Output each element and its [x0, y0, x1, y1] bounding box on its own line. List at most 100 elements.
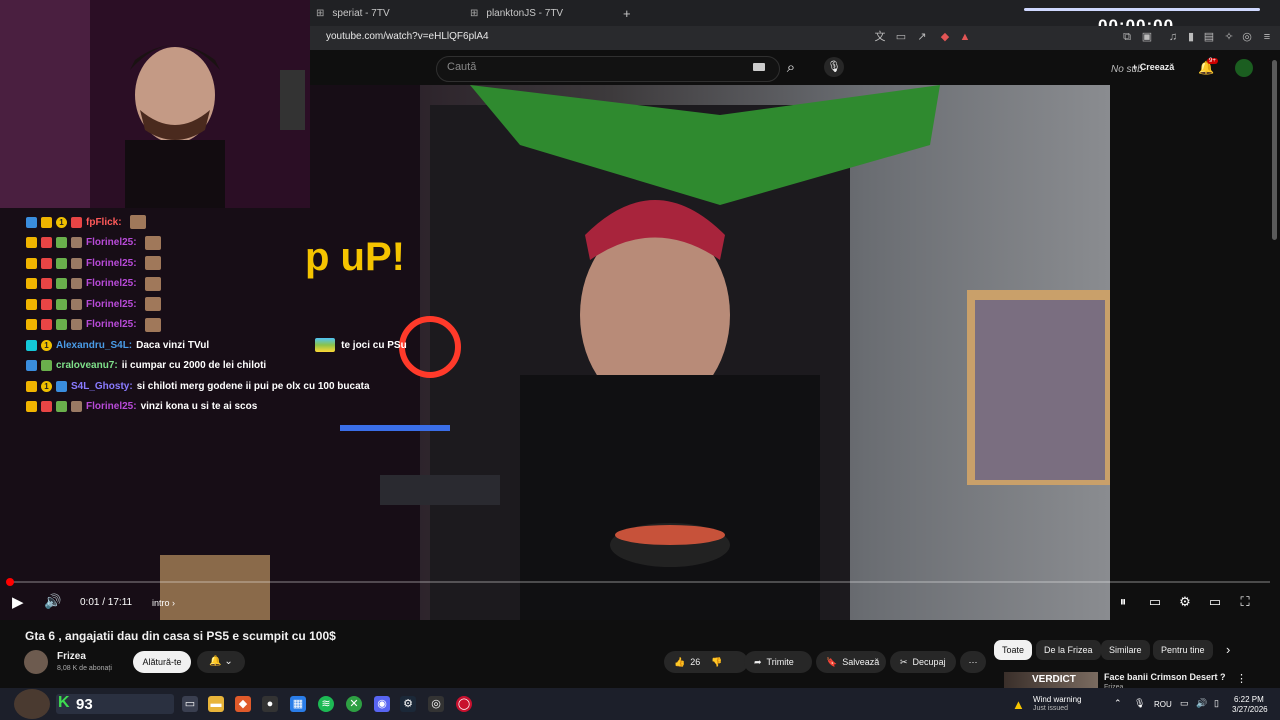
- more-actions-button[interactable]: ⋯: [960, 651, 986, 673]
- fullscreen-icon[interactable]: ⛶: [1236, 593, 1254, 611]
- clock-time[interactable]: 6:22 PM: [1234, 695, 1264, 704]
- new-tab-button[interactable]: +: [623, 3, 631, 23]
- channel-name[interactable]: Frizea: [57, 651, 86, 662]
- chat-username[interactable]: Florinel25:: [86, 258, 137, 269]
- xbox-icon[interactable]: ✕: [346, 696, 362, 712]
- warning-icon: ▲: [1012, 697, 1025, 712]
- extensions-icon[interactable]: ⧉: [1120, 30, 1134, 44]
- cast-icon[interactable]: ▭: [894, 30, 908, 44]
- account-avatar[interactable]: [1235, 59, 1253, 77]
- chat-username[interactable]: Florinel25:: [86, 237, 137, 248]
- like-count: 26: [690, 657, 701, 667]
- level-badge-icon: 1: [56, 216, 67, 228]
- like-button[interactable]: 👍 26 👎: [664, 651, 748, 673]
- brave-browser-icon[interactable]: ◆: [235, 696, 251, 712]
- webcam-overlay: [0, 0, 310, 208]
- create-button[interactable]: + Creează: [1132, 62, 1174, 72]
- vpn-icon[interactable]: ◎: [1240, 30, 1254, 44]
- leo-icon[interactable]: ✧: [1222, 30, 1236, 44]
- chip-for-you[interactable]: Pentru tine: [1153, 640, 1213, 660]
- autoplay-toggle-icon[interactable]: ⏸: [1114, 593, 1132, 611]
- microphone-icon[interactable]: 🎙: [824, 57, 844, 77]
- music-icon[interactable]: ♫: [1166, 30, 1180, 44]
- chip-all[interactable]: Toate: [994, 640, 1033, 660]
- brave-rewards-icon[interactable]: ▲: [958, 30, 972, 44]
- keyboard-icon[interactable]: [753, 63, 765, 71]
- tab-label: planktonJS - 7TV: [486, 7, 564, 19]
- subscription-bell-button[interactable]: 🔔 ⌄: [197, 651, 245, 673]
- screenshot-icon[interactable]: ▣: [1140, 30, 1154, 44]
- translate-icon[interactable]: 文: [873, 30, 887, 44]
- thumbs-down-icon[interactable]: 👎: [711, 651, 722, 673]
- chat-message: Florinel25:: [26, 294, 446, 315]
- page-scrollbar[interactable]: [1272, 60, 1277, 240]
- chip-similar[interactable]: Similare: [1101, 640, 1150, 660]
- emote-icon: [144, 297, 161, 312]
- wallet-icon[interactable]: ▤: [1202, 30, 1216, 44]
- chat-username[interactable]: Florinel25:: [86, 319, 137, 330]
- save-button[interactable]: 🔖 Salvează: [816, 651, 886, 673]
- recommended-thumbnail[interactable]: VERDICT: [1004, 672, 1098, 688]
- mic-tray-icon[interactable]: 🎙: [1134, 698, 1145, 709]
- search-input[interactable]: [436, 56, 780, 82]
- emote-icon: [144, 317, 161, 332]
- join-button[interactable]: Alătură-te: [133, 651, 191, 673]
- weather-warning-title[interactable]: Wind warning: [1033, 695, 1081, 704]
- game-launcher-icon[interactable]: ◯: [456, 696, 472, 712]
- app-icon[interactable]: ▦: [290, 696, 306, 712]
- brave-shield-icon[interactable]: ◆: [938, 30, 952, 44]
- discord-icon[interactable]: ◉: [374, 696, 390, 712]
- settings-gear-icon[interactable]: ⚙: [1176, 593, 1194, 611]
- channel-avatar[interactable]: [24, 650, 48, 674]
- crown-badge-icon: [26, 380, 37, 392]
- sub-badge-icon: [56, 278, 67, 290]
- spotify-icon[interactable]: ≋: [318, 696, 334, 712]
- thumbs-up-icon: 👍: [674, 657, 686, 667]
- subtitles-icon[interactable]: ▭: [1146, 593, 1164, 611]
- chat-username[interactable]: S4L_Ghosty:: [71, 381, 133, 392]
- mod-badge-icon: [41, 278, 52, 290]
- volume-icon[interactable]: 🔊: [44, 593, 62, 611]
- chat-username[interactable]: fpFlick:: [86, 217, 122, 228]
- recommended-title[interactable]: Face banii Crimson Desert ?: [1104, 672, 1226, 682]
- share-icon[interactable]: ↗: [915, 30, 929, 44]
- chapter-button[interactable]: intro ›: [152, 598, 175, 608]
- tray-chevron-icon[interactable]: ⌃: [1114, 698, 1122, 709]
- network-icon[interactable]: ▭: [1180, 698, 1189, 709]
- crown-badge-icon: [41, 216, 52, 228]
- app-icon-2[interactable]: ◎: [428, 696, 444, 712]
- clip-button[interactable]: ✂ Decupaj: [890, 651, 956, 673]
- chat-username[interactable]: Florinel25:: [86, 299, 137, 310]
- steam-icon[interactable]: ⚙: [400, 696, 416, 712]
- save-label: Salvează: [842, 657, 880, 667]
- progress-bar[interactable]: [8, 581, 1270, 583]
- input-language[interactable]: ROU: [1154, 700, 1172, 709]
- speaker-icon[interactable]: 🔊: [1196, 698, 1207, 709]
- chat-username[interactable]: craloveanu7:: [56, 360, 118, 371]
- task-view-icon[interactable]: ▭: [182, 696, 198, 712]
- chat-username[interactable]: Florinel25:: [86, 278, 137, 289]
- browser-tab-1[interactable]: ⊞ speriat - 7TV: [316, 3, 390, 23]
- kebab-menu-icon[interactable]: ⋮: [1236, 672, 1247, 685]
- emote-badge-icon: [71, 319, 82, 331]
- chevron-right-icon[interactable]: ›: [1226, 642, 1230, 657]
- file-explorer-icon[interactable]: ▬: [208, 696, 224, 712]
- play-icon[interactable]: ▶: [12, 593, 30, 611]
- taskbar-widget[interactable]: [56, 694, 174, 714]
- menu-icon[interactable]: ≡: [1260, 30, 1274, 44]
- chat-username[interactable]: Alexandru_S4L:: [56, 340, 132, 351]
- scrubber-handle[interactable]: [6, 578, 14, 586]
- browser-tab-2[interactable]: ⊞ planktonJS - 7TV: [470, 3, 563, 23]
- chip-from-channel[interactable]: De la Frizea: [1036, 640, 1101, 660]
- obs-icon[interactable]: ●: [262, 696, 278, 712]
- chat-message: craloveanu7: ii cumpar cu 2000 de lei ch…: [26, 356, 446, 377]
- clock-date[interactable]: 3/27/2026: [1232, 705, 1268, 714]
- chat-username[interactable]: Florinel25:: [86, 401, 137, 412]
- share-button[interactable]: ➦ Trimite: [744, 651, 812, 673]
- search-icon[interactable]: ⌕: [780, 57, 802, 79]
- theater-mode-icon[interactable]: ▭: [1206, 593, 1224, 611]
- battery-icon[interactable]: ▯: [1214, 698, 1219, 709]
- url-text[interactable]: youtube.com/watch?v=eHLlQF6plA4: [326, 31, 489, 42]
- sidebar-icon[interactable]: ▮: [1184, 30, 1198, 44]
- chat-text-2: te joci cu PSu: [341, 339, 407, 351]
